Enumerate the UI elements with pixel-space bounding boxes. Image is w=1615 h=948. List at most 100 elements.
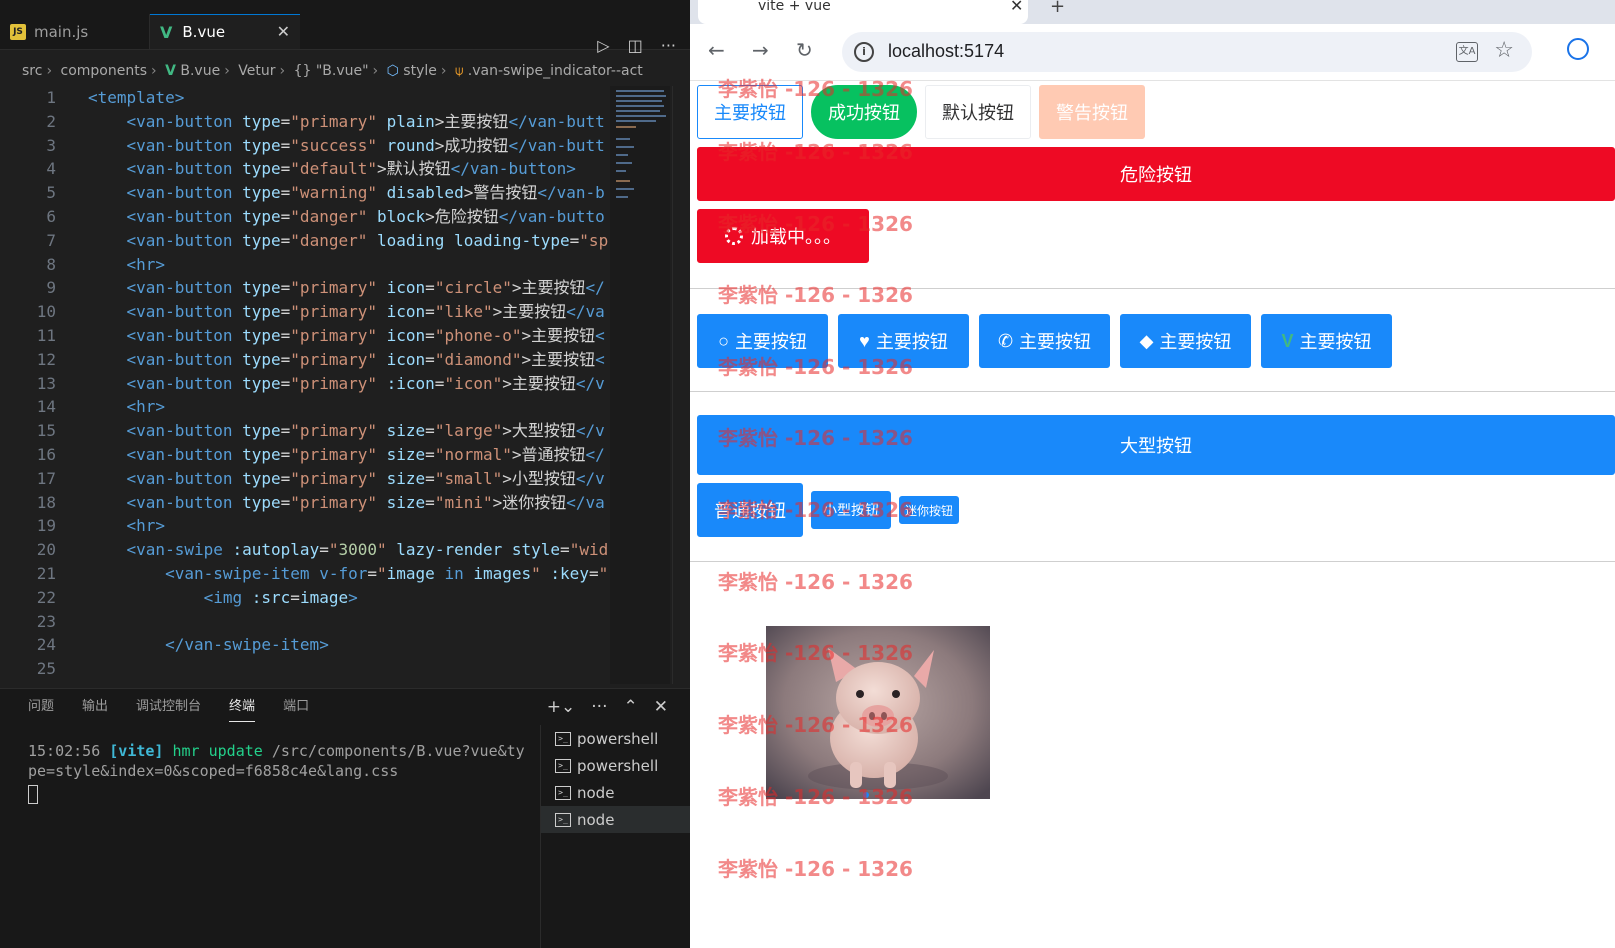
code-token: " bbox=[377, 563, 387, 583]
code-line[interactable]: 10 <van-button type="primary" icon="like… bbox=[0, 300, 610, 324]
warning-disabled-button[interactable]: 警告按钮 bbox=[1039, 85, 1145, 139]
editor-scrollbar[interactable] bbox=[672, 86, 687, 684]
code-line[interactable]: 4 <van-button type="default">默认按钮</van-b… bbox=[0, 157, 610, 181]
code-token: <img bbox=[203, 587, 252, 607]
code-token: "default" bbox=[290, 159, 377, 179]
back-icon[interactable]: ← bbox=[708, 38, 725, 62]
code-line[interactable]: 8 <hr> bbox=[0, 253, 610, 277]
vue-icon-button[interactable]: V 主要按钮 bbox=[1261, 314, 1392, 368]
image-carousel[interactable] bbox=[766, 626, 990, 799]
success-round-button[interactable]: 成功按钮 bbox=[811, 85, 917, 139]
close-icon[interactable]: ✕ bbox=[277, 22, 290, 41]
url-text[interactable]: localhost:5174 bbox=[888, 41, 1004, 62]
code-token: "primary" bbox=[290, 492, 377, 512]
code-token: </v bbox=[575, 373, 605, 393]
code-line[interactable]: 19 <hr> bbox=[0, 514, 610, 538]
code-line[interactable]: 21 <van-swipe-item v-for="image in image… bbox=[0, 562, 610, 586]
breadcrumb-item[interactable]: style bbox=[403, 63, 437, 79]
breadcrumb-item[interactable]: src bbox=[22, 63, 42, 79]
code-line[interactable]: 13 <van-button type="primary" :icon="ico… bbox=[0, 372, 610, 396]
code-line[interactable]: 9 <van-button type="primary" icon="circl… bbox=[0, 276, 610, 300]
maximize-panel-icon[interactable]: ⌃ bbox=[624, 697, 638, 717]
phone-icon-button[interactable]: ✆ 主要按钮 bbox=[979, 314, 1110, 368]
code-line[interactable]: 22 <img :src=image> bbox=[0, 586, 610, 610]
primary-plain-button[interactable]: 主要按钮 bbox=[697, 85, 803, 139]
forward-icon[interactable]: → bbox=[752, 38, 769, 62]
code-token: </ bbox=[585, 278, 605, 298]
tab-main-js[interactable]: JS main.js bbox=[0, 14, 150, 49]
loading-button[interactable]: 加载中。。。 bbox=[697, 209, 869, 263]
run-icon[interactable]: ▷ bbox=[597, 36, 609, 55]
mini-button[interactable]: 迷你按钮 bbox=[899, 496, 959, 524]
large-button[interactable]: 大型按钮 bbox=[697, 415, 1615, 475]
breadcrumb-item[interactable]: B.vue bbox=[180, 63, 220, 79]
new-terminal-icon[interactable]: +⌄ bbox=[547, 697, 576, 717]
breadcrumb-item[interactable]: {} "B.vue" bbox=[294, 63, 369, 79]
code-token: >迷你按钮 bbox=[492, 492, 567, 512]
minimap[interactable] bbox=[610, 86, 670, 684]
bookmark-star-icon[interactable]: ☆ bbox=[1494, 38, 1514, 63]
close-icon[interactable]: ✕ bbox=[654, 697, 668, 717]
tab-terminal[interactable]: 终端 bbox=[215, 689, 269, 725]
like-icon-button[interactable]: ♥ 主要按钮 bbox=[838, 314, 969, 368]
code-token: >大型按钮 bbox=[502, 421, 576, 441]
code-token: = bbox=[280, 206, 291, 226]
profile-icon[interactable] bbox=[1567, 38, 1589, 60]
code-line[interactable]: 14 <hr> bbox=[0, 395, 610, 419]
default-button[interactable]: 默认按钮 bbox=[925, 85, 1031, 139]
tab-debug-console[interactable]: 调试控制台 bbox=[122, 689, 215, 725]
code-line[interactable]: 23 bbox=[0, 610, 610, 634]
code-line[interactable]: 25 bbox=[0, 657, 610, 681]
reload-icon[interactable]: ↻ bbox=[796, 38, 813, 62]
code-line[interactable]: 18 <van-button type="primary" size="mini… bbox=[0, 491, 610, 515]
terminal-item[interactable]: >_ powershell bbox=[541, 752, 690, 779]
translate-icon[interactable]: 文A bbox=[1456, 42, 1478, 62]
terminal-output[interactable]: 15:02:56 [vite] hmr update /src/componen… bbox=[28, 741, 528, 809]
breadcrumb-item[interactable]: Vetur bbox=[238, 63, 275, 79]
code-line[interactable]: 15 <van-button type="primary" size="larg… bbox=[0, 419, 610, 443]
danger-block-button[interactable]: 危险按钮 bbox=[697, 147, 1615, 201]
code-line[interactable]: 7 <van-button type="danger" loading load… bbox=[0, 229, 610, 253]
code-line[interactable]: 5 <van-button type="warning" disabled>警告… bbox=[0, 181, 610, 205]
code-line[interactable]: 3 <van-button type="success" round>成功按钮<… bbox=[0, 134, 610, 158]
code-line[interactable]: 17 <van-button type="primary" size="smal… bbox=[0, 467, 610, 491]
circle-icon-button[interactable]: ○ 主要按钮 bbox=[697, 314, 828, 368]
close-icon[interactable]: ✕ bbox=[1010, 0, 1023, 15]
tab-ports[interactable]: 端口 bbox=[269, 689, 323, 725]
split-editor-icon[interactable]: ◫ bbox=[628, 36, 643, 55]
more-icon[interactable]: ··· bbox=[661, 36, 676, 55]
loading-label: 加载中。。。 bbox=[751, 227, 841, 247]
small-button[interactable]: 小型按钮 bbox=[811, 491, 891, 529]
terminal-cursor bbox=[28, 785, 38, 804]
code-line[interactable]: 6 <van-button type="danger" block>危险按钮</… bbox=[0, 205, 610, 229]
terminal-item[interactable]: >_ node bbox=[541, 779, 690, 806]
tab-b-vue[interactable]: V B.vue ✕ bbox=[150, 14, 300, 49]
address-bar[interactable]: i localhost:5174 文A ☆ bbox=[842, 32, 1532, 72]
tab-problems[interactable]: 问题 bbox=[14, 689, 68, 725]
more-icon[interactable]: ··· bbox=[591, 697, 607, 717]
button-label: 主要按钮 bbox=[734, 332, 807, 352]
normal-button[interactable]: 普通按钮 bbox=[697, 483, 803, 537]
breadcrumb-item[interactable]: components bbox=[61, 63, 148, 79]
browser-tab[interactable]: vite + vue ✕ bbox=[698, 0, 1028, 24]
diamond-icon-button[interactable]: ◆ 主要按钮 bbox=[1120, 314, 1251, 368]
code-line[interactable]: 2 <van-button type="primary" plain>主要按钮<… bbox=[0, 110, 610, 134]
line-number: 2 bbox=[46, 111, 56, 131]
code-line[interactable]: 16 <van-button type="primary" size="norm… bbox=[0, 443, 610, 467]
tab-output[interactable]: 输出 bbox=[68, 689, 122, 725]
code-editor[interactable]: 1 <template> 2 <van-button type="primary" … bbox=[0, 86, 610, 684]
code-token: v-for bbox=[319, 563, 368, 583]
info-icon[interactable]: i bbox=[854, 42, 874, 62]
code-line[interactable]: 11 <van-button type="primary" icon="phon… bbox=[0, 324, 610, 348]
code-line[interactable]: 20 <van-swipe :autoplay="3000" lazy-rend… bbox=[0, 538, 610, 562]
code-line[interactable]: 1 <template> bbox=[0, 86, 610, 110]
terminal-item[interactable]: >_ powershell bbox=[541, 725, 690, 752]
new-tab-icon[interactable]: + bbox=[1050, 0, 1065, 17]
code-token: = bbox=[425, 325, 435, 345]
carousel-indicator[interactable] bbox=[863, 792, 869, 798]
breadcrumb-item[interactable]: .van-swipe_indicator--act bbox=[468, 63, 643, 79]
spinner-icon bbox=[725, 227, 743, 245]
terminal-item[interactable]: >_ node bbox=[541, 806, 690, 833]
code-line[interactable]: 24 </van-swipe-item> bbox=[0, 633, 610, 657]
code-line[interactable]: 12 <van-button type="primary" icon="diam… bbox=[0, 348, 610, 372]
